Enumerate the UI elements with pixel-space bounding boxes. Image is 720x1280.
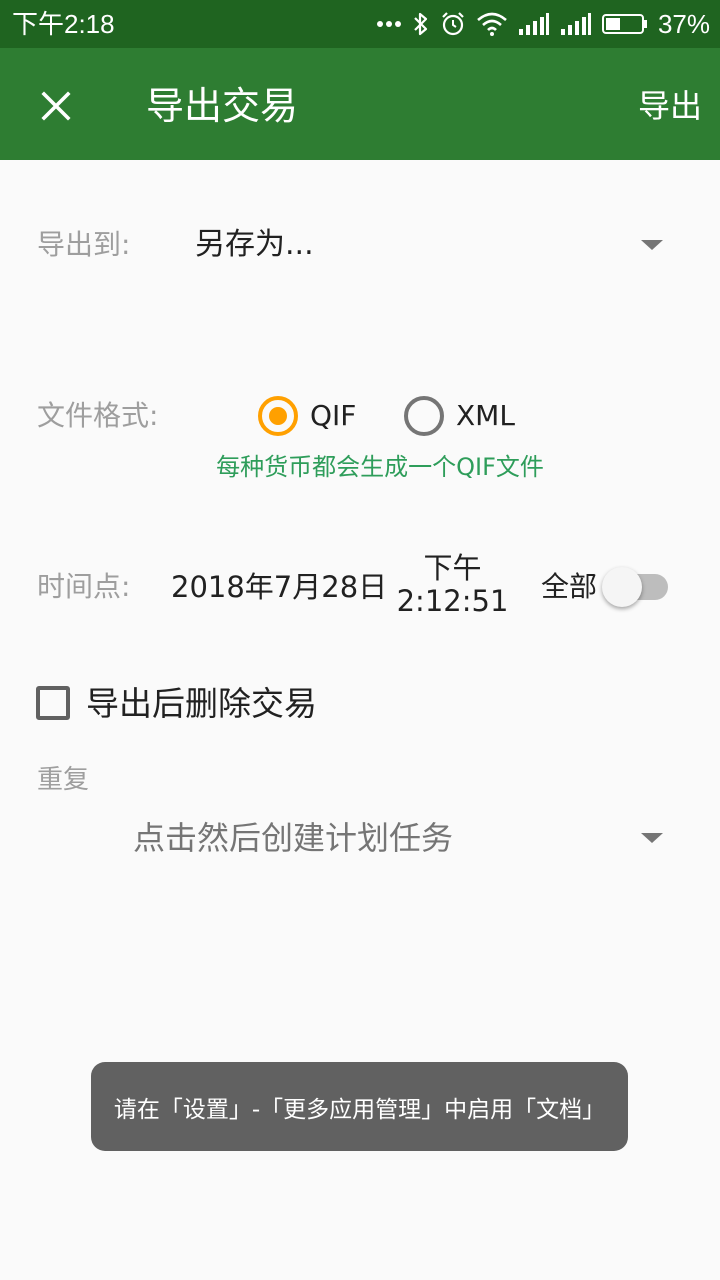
delete-after-export-label: 导出后删除交易	[86, 684, 317, 723]
close-button[interactable]	[30, 80, 82, 132]
radio-qif-label: QIF	[310, 399, 357, 432]
since-time-period: 下午	[423, 551, 482, 585]
file-format-hint: 每种货币都会生成一个QIF文件	[216, 453, 544, 481]
status-time: 下午2:18	[12, 9, 115, 39]
export-to-value: 另存为...	[195, 227, 314, 262]
alarm-icon	[442, 12, 464, 36]
radio-xml[interactable]: XML	[400, 392, 525, 440]
signal-icon	[518, 13, 549, 35]
more-dots-icon	[376, 21, 401, 27]
battery-percent: 37%	[657, 9, 710, 39]
chevron-down-icon	[641, 833, 663, 843]
wifi-icon	[477, 12, 507, 36]
export-button[interactable]: 导出	[638, 82, 702, 130]
app-bar: 导出交易 导出	[0, 48, 720, 160]
chevron-down-icon	[641, 240, 663, 250]
status-bar: 下午2:18 37%	[0, 0, 720, 48]
since-label: 时间点:	[37, 570, 131, 603]
since-date[interactable]: 2018年7月28日	[171, 569, 387, 605]
signal-icon	[560, 13, 591, 35]
since-time[interactable]: 下午 2:12:51	[395, 552, 510, 622]
page-title: 导出交易	[146, 84, 299, 128]
file-format-label: 文件格式:	[37, 399, 159, 432]
status-icons: 37%	[376, 9, 710, 39]
all-label: 全部	[541, 570, 598, 603]
battery-icon	[601, 14, 647, 34]
toast: 请在「设置」-「更多应用管理」中启用「文档」	[91, 1062, 628, 1151]
checkbox-unchecked-icon	[36, 686, 70, 720]
recurrence-placeholder: 点击然后创建计划任务	[133, 819, 454, 857]
toast-text: 请在「设置」-「更多应用管理」中启用「文档」	[113, 1096, 606, 1123]
close-icon	[41, 91, 71, 121]
since-time-value: 2:12:51	[396, 584, 509, 618]
radio-qif[interactable]: QIF	[255, 392, 365, 440]
switch-thumb	[602, 567, 642, 607]
recurrence-label: 重复	[37, 765, 90, 795]
recurrence-dropdown[interactable]: 点击然后创建计划任务	[120, 808, 690, 868]
export-to-label: 导出到:	[37, 228, 131, 261]
bluetooth-icon	[414, 12, 428, 36]
radio-checked-icon	[258, 396, 298, 436]
radio-unchecked-icon	[404, 396, 444, 436]
radio-xml-label: XML	[456, 399, 515, 432]
export-to-dropdown[interactable]: 另存为...	[180, 214, 690, 278]
